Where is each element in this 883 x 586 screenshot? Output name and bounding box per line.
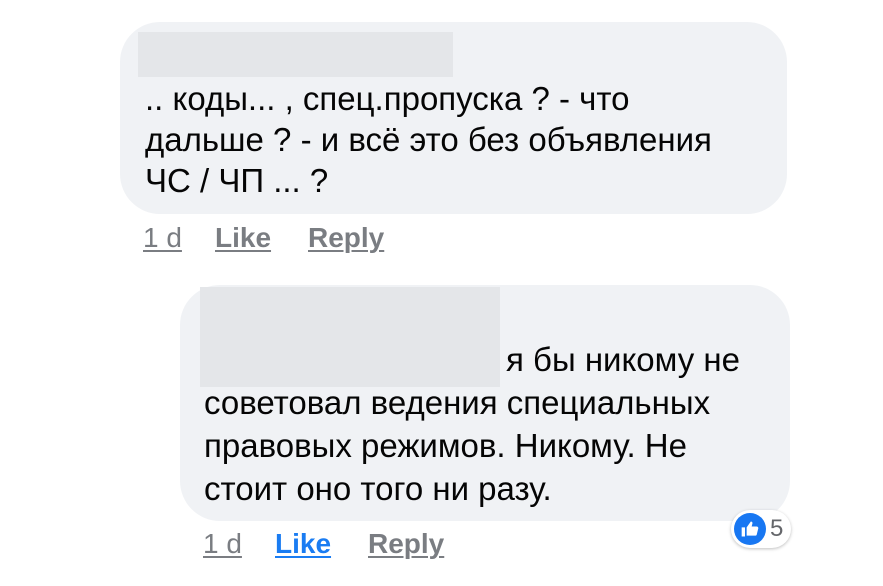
reply-button[interactable]: Reply — [308, 221, 384, 255]
comment-timestamp[interactable]: 1 d — [203, 527, 242, 561]
comment-text-line: ЧС / ЧП ... ? — [145, 162, 329, 199]
comment-text-line: дальше ? - и всё это без объявления — [145, 121, 712, 158]
reaction-summary[interactable]: 5 — [731, 510, 792, 548]
reply-button[interactable]: Reply — [368, 527, 444, 561]
comment-text-line: .. коды... , спец.пропуска ? - что — [145, 80, 630, 117]
comment-text-line: стоит оно того ни разу. — [204, 470, 552, 507]
thumbs-up-icon — [734, 513, 766, 545]
comment-thread: .. коды... , спец.пропуска ? - что дальш… — [0, 0, 883, 586]
redacted-author-name — [138, 32, 453, 77]
comment-text-line: правовых режимов. Никому. Не — [204, 427, 687, 464]
comment-text-line: советовал ведения специальных — [204, 384, 711, 421]
comment-timestamp[interactable]: 1 d — [143, 221, 182, 255]
like-button[interactable]: Like — [275, 527, 331, 561]
comment-text-line: я бы никому не — [506, 341, 740, 378]
redacted-author-name — [200, 287, 500, 387]
reaction-count: 5 — [770, 515, 784, 542]
like-button[interactable]: Like — [215, 221, 271, 255]
